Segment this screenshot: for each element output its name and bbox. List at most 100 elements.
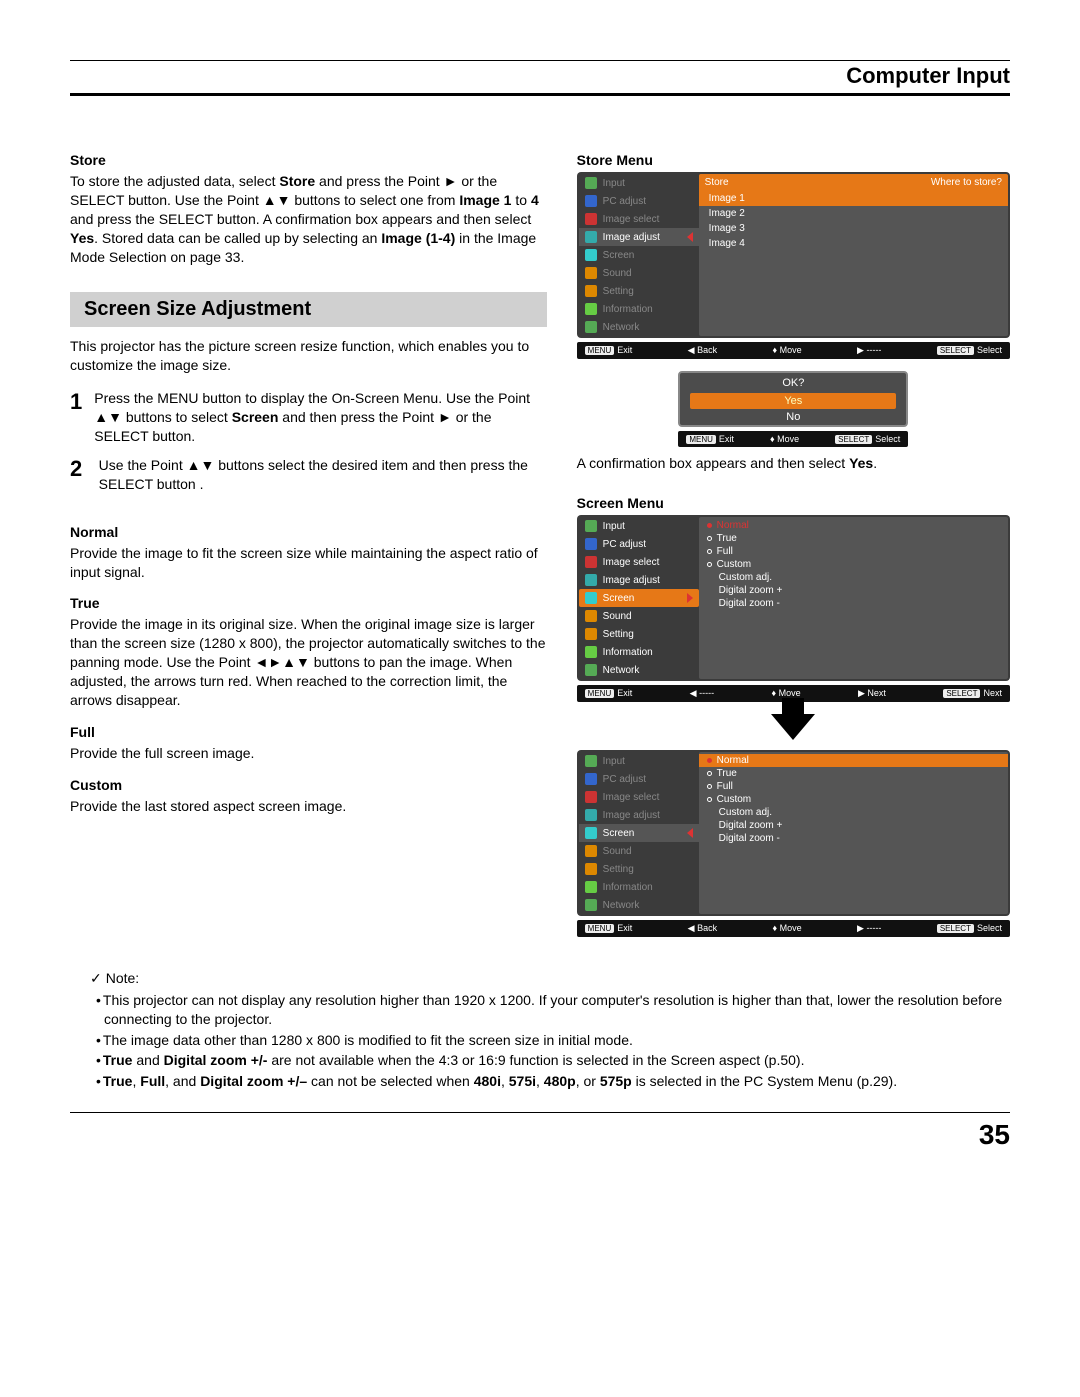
menu-sound: Sound (603, 846, 632, 857)
bullet-icon (707, 784, 712, 789)
opt-true: True (717, 768, 737, 779)
screen-size-bar: Screen Size Adjustment (70, 292, 547, 327)
store-image4: Image 4 (699, 236, 1008, 251)
menu-setting: Setting (603, 286, 634, 297)
mode-custom-h: Custom (70, 777, 547, 793)
menu-network: Network (603, 322, 640, 333)
image-adjust-icon (585, 574, 597, 586)
note-item: The image data other than 1280 x 800 is … (96, 1031, 1010, 1051)
menu-image-adjust: Image adjust (603, 232, 660, 243)
menu-image-adjust: Image adjust (603, 575, 660, 586)
screen-menu-osd-2: Input PC adjust Image select Image adjus… (577, 750, 1010, 916)
screen-menu-osd-1: Input PC adjust Image select Image adjus… (577, 515, 1010, 681)
setting-icon (585, 285, 597, 297)
screen-menu-heading: Screen Menu (577, 495, 1010, 511)
information-icon (585, 303, 597, 315)
input-icon (585, 520, 597, 532)
store-menu-osd: Input PC adjust Image select Image adjus… (577, 172, 1010, 338)
bullet-icon (707, 797, 712, 802)
menu-information: Information (603, 647, 653, 658)
menu-sound: Sound (603, 611, 632, 622)
input-icon (585, 755, 597, 767)
menu-input: Input (603, 521, 625, 532)
left-arrow-icon (687, 828, 693, 838)
opt-full: Full (717, 546, 733, 557)
menu-screen: Screen (603, 593, 635, 604)
opt-custom: Custom (717, 794, 751, 805)
mode-normal-h: Normal (70, 524, 547, 540)
notes-header: Note: (90, 970, 139, 986)
note-item: This projector can not display any resol… (96, 991, 1010, 1030)
store-menu-footer: MENUExit ◀ Back ♦ Move ▶ ----- SELECTSel… (577, 342, 1010, 359)
screen-icon (585, 827, 597, 839)
opt-dz-plus: Digital zoom + (719, 585, 783, 596)
menu-pc-adjust: PC adjust (603, 539, 646, 550)
screen-icon (585, 592, 597, 604)
store-label: Store (705, 177, 729, 188)
right-column: Store Menu Input PC adjust Image select … (577, 146, 1010, 949)
confirm-footer: MENUExit ♦ Move SELECTSelect (678, 431, 908, 447)
step-1: 1 Press the MENU button to display the O… (70, 389, 547, 446)
screen-intro: This projector has the picture screen re… (70, 337, 547, 375)
store-image2: Image 2 (699, 206, 1008, 221)
mode-true-p: Provide the image in its original size. … (70, 615, 547, 709)
left-column: Store To store the adjusted data, select… (70, 146, 547, 949)
confirm-box: OK? Yes No (678, 371, 908, 427)
menu-image-select: Image select (603, 214, 660, 225)
mode-custom-p: Provide the last stored aspect screen im… (70, 797, 547, 816)
confirm-yes: Yes (690, 393, 896, 409)
opt-true: True (717, 533, 737, 544)
screen-menu-footer-2: MENUExit ◀ Back ♦ Move ▶ ----- SELECTSel… (577, 920, 1010, 937)
opt-full: Full (717, 781, 733, 792)
network-icon (585, 899, 597, 911)
menu-pc-adjust: PC adjust (603, 774, 646, 785)
setting-icon (585, 863, 597, 875)
store-sub-header: Store Where to store? (699, 174, 1008, 191)
information-icon (585, 646, 597, 658)
network-icon (585, 321, 597, 333)
menu-network: Network (603, 665, 640, 676)
mode-full-p: Provide the full screen image. (70, 744, 547, 763)
menu-input: Input (603, 756, 625, 767)
setting-icon (585, 628, 597, 640)
opt-custom: Custom (717, 559, 751, 570)
image-adjust-icon (585, 231, 597, 243)
opt-custom-adj: Custom adj. (719, 807, 772, 818)
page-number: 35 (70, 1112, 1010, 1151)
menu-screen: Screen (603, 250, 635, 261)
bullet-icon (707, 758, 712, 763)
menu-information: Information (603, 882, 653, 893)
confirm-question: OK? (680, 373, 906, 393)
menu-sound: Sound (603, 268, 632, 279)
information-icon (585, 881, 597, 893)
step-text: Use the Point ▲▼ buttons select the desi… (99, 456, 547, 494)
menu-pc-adjust: PC adjust (603, 196, 646, 207)
note-item: True, Full, and Digital zoom +/– can not… (96, 1072, 1010, 1092)
pc-adjust-icon (585, 538, 597, 550)
mode-full-h: Full (70, 724, 547, 740)
menu-image-select: Image select (603, 557, 660, 568)
store-image1: Image 1 (699, 191, 1008, 206)
menu-input: Input (603, 178, 625, 189)
mode-true-h: True (70, 595, 547, 611)
where-to-store-label: Where to store? (931, 177, 1002, 188)
image-select-icon (585, 791, 597, 803)
network-icon (585, 664, 597, 676)
sound-icon (585, 267, 597, 279)
opt-custom-adj: Custom adj. (719, 572, 772, 583)
menu-network: Network (603, 900, 640, 911)
confirm-no: No (680, 409, 906, 425)
menu-setting: Setting (603, 629, 634, 640)
store-menu-heading: Store Menu (577, 152, 1010, 168)
menu-screen: Screen (603, 828, 635, 839)
store-image3: Image 3 (699, 221, 1008, 236)
confirm-caption: A confirmation box appears and then sele… (577, 455, 1010, 471)
step-2: 2 Use the Point ▲▼ buttons select the de… (70, 456, 547, 494)
menu-image-adjust: Image adjust (603, 810, 660, 821)
left-arrow-icon (687, 232, 693, 242)
step-number: 1 (70, 389, 82, 446)
menu-image-select: Image select (603, 792, 660, 803)
step-number: 2 (70, 456, 87, 494)
screen-icon (585, 249, 597, 261)
pc-adjust-icon (585, 773, 597, 785)
